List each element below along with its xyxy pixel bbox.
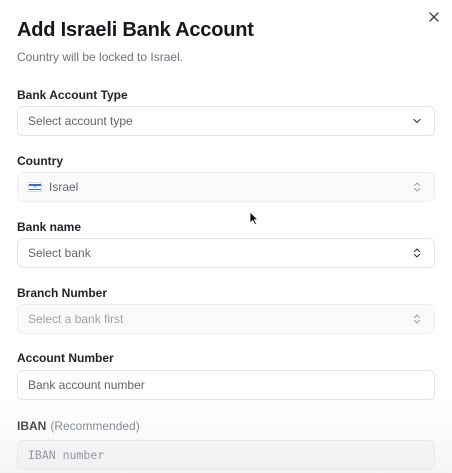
- close-button[interactable]: [425, 8, 443, 26]
- chevron-up-down-icon: [410, 180, 424, 194]
- account-type-label: Bank Account Type: [17, 88, 128, 102]
- iban-label-text: IBAN: [17, 419, 47, 433]
- account-number-input[interactable]: [28, 378, 424, 392]
- account-number-field[interactable]: [17, 370, 435, 400]
- country-select: ✡ Israel: [17, 172, 435, 202]
- israel-flag-icon: ✡: [28, 182, 42, 192]
- account-number-label: Account Number: [17, 351, 114, 365]
- iban-label: IBAN (Recommended): [17, 419, 140, 433]
- account-type-placeholder: Select account type: [28, 114, 133, 128]
- chevron-up-down-icon: [410, 246, 424, 260]
- bank-name-label: Bank name: [17, 220, 82, 234]
- account-type-select[interactable]: Select account type: [17, 106, 435, 136]
- country-label: Country: [17, 154, 63, 168]
- country-value: Israel: [49, 180, 79, 194]
- dialog-subtitle: Country will be locked to Israel.: [17, 50, 184, 64]
- dialog-title: Add Israeli Bank Account: [17, 19, 254, 41]
- branch-number-placeholder: Select a bank first: [28, 312, 124, 326]
- branch-number-label: Branch Number: [17, 286, 108, 300]
- close-icon: [429, 12, 439, 22]
- iban-recommended-hint: (Recommended): [50, 419, 140, 433]
- bank-name-select[interactable]: Select bank: [17, 238, 435, 268]
- mouse-cursor-icon: [249, 211, 259, 226]
- iban-field[interactable]: [17, 440, 435, 470]
- chevron-up-down-icon: [410, 312, 424, 326]
- chevron-down-icon: [410, 114, 424, 128]
- bank-name-placeholder: Select bank: [28, 246, 91, 260]
- iban-input[interactable]: [28, 448, 424, 462]
- add-bank-account-dialog: Add Israeli Bank Account Country will be…: [0, 0, 452, 473]
- branch-number-select: Select a bank first: [17, 304, 435, 334]
